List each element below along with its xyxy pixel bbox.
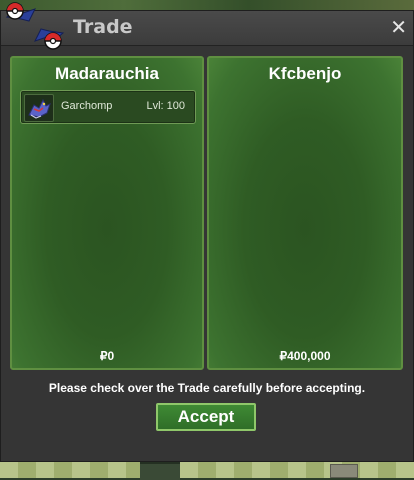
window-title: Trade [73, 16, 133, 38]
right-money-amount: 400,000 [287, 349, 331, 363]
right-player-name: Kfcbenjo [268, 64, 342, 83]
left-player-name: Madarauchia [55, 64, 159, 83]
left-pokemon-name: Garchomp [61, 100, 113, 112]
left-money: ₽0 [12, 349, 202, 363]
left-pokemon-slot-1[interactable]: Garchomp Lvl: 100 [20, 90, 196, 124]
tree-trunk [140, 462, 180, 480]
game-background-bottom [0, 462, 414, 480]
right-money-symbol: ₽ [279, 349, 288, 363]
left-trade-panel: Madarauchia Garchomp Lvl: 100 ₽0 [10, 56, 204, 370]
garchomp-sprite-icon [24, 94, 54, 122]
right-money: ₽400,000 [209, 349, 401, 363]
stone-tile [330, 464, 358, 478]
left-pokemon-level: Lvl: 100 [146, 100, 185, 112]
trade-window: Trade ✕ Madarauchia Garchomp Lvl: 100 ₽0… [0, 2, 414, 462]
accept-button[interactable]: Accept [156, 403, 256, 431]
pokeball-logo-icon [5, 2, 65, 50]
trade-notice-text: Please check over the Trade carefully be… [48, 381, 366, 395]
close-button[interactable]: ✕ [390, 15, 407, 39]
right-trade-panel: Kfcbenjo ₽400,000 [207, 56, 403, 370]
left-money-amount: 0 [107, 349, 115, 363]
